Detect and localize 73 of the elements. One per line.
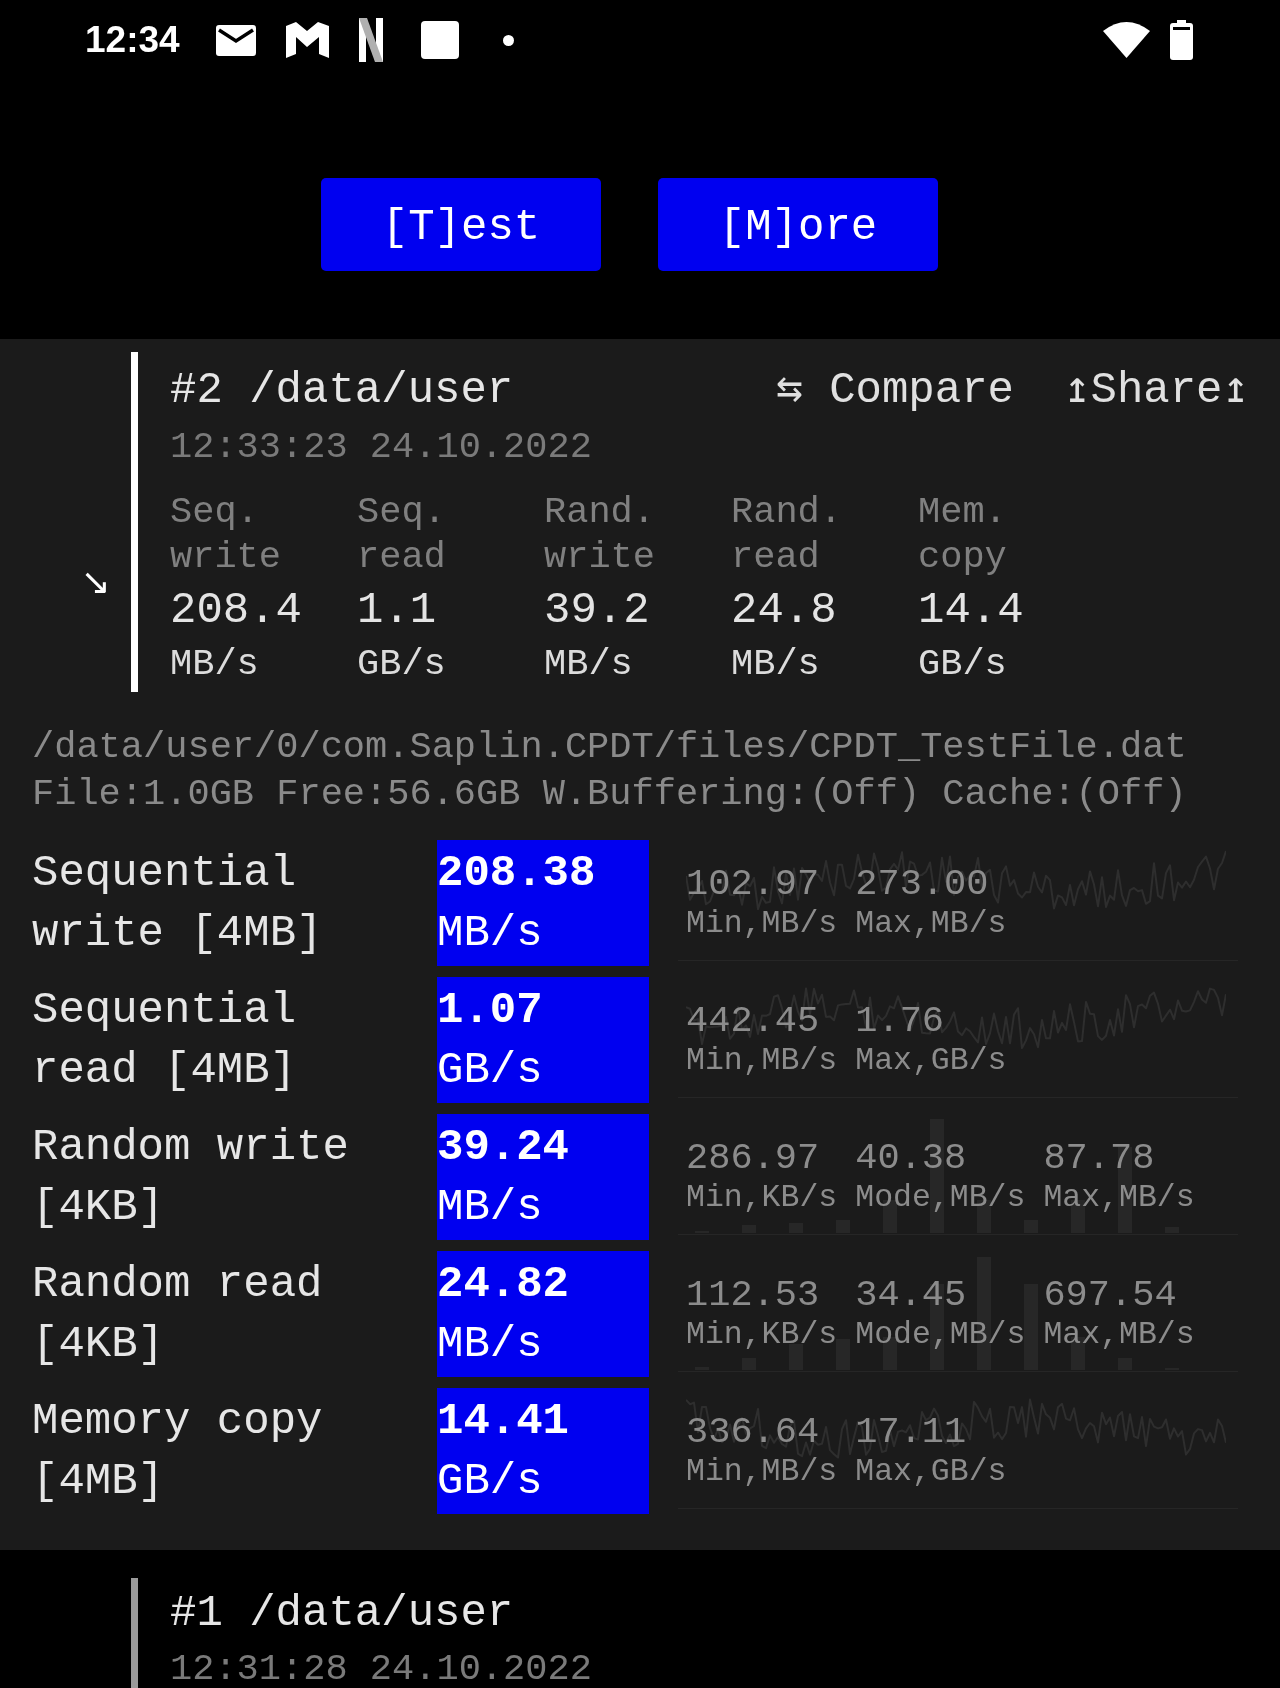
summary-value: 24.8 <box>731 584 837 636</box>
battery-icon <box>1170 20 1193 60</box>
test-value: 24.82 <box>437 1258 570 1311</box>
summary-unit: MB/s <box>544 642 633 687</box>
stat-label: Max,GB/s <box>855 1045 1007 1077</box>
action-button[interactable]: ↥Share↥ <box>1064 362 1249 418</box>
result-title: #2 /data/user <box>170 364 514 417</box>
test-value: 1.07 <box>437 984 543 1037</box>
test-value: 208.38 <box>437 847 596 900</box>
expand-toggle[interactable]: ↘ <box>80 562 111 602</box>
summary-value: 1.1 <box>357 584 437 636</box>
stat-value: 34.45 <box>855 1273 967 1317</box>
test-unit: MB/s <box>437 1181 543 1234</box>
test-unit: MB/s <box>437 907 543 960</box>
file-info: File:1.0GB Free:56.6GB W.Buffering:(Off) Cache:(Off) <box>32 772 1187 817</box>
stat-value: 17.11 <box>855 1410 967 1454</box>
stat-label: Min,MB/s <box>686 1045 838 1077</box>
stat-value: 336.64 <box>686 1410 820 1454</box>
summary-label: Rand. write <box>544 490 656 580</box>
wifi-icon <box>1103 22 1150 58</box>
summary-label: Seq. read <box>357 490 446 580</box>
action-button[interactable]: ⇆ Compare <box>776 362 1014 418</box>
summary-label: Rand. read <box>731 490 843 580</box>
result-timestamp: 12:31:28 24.10.2022 <box>170 1647 592 1688</box>
stat-label: Min,MB/s <box>686 1456 838 1488</box>
summary-unit: MB/s <box>170 642 259 687</box>
stat-label: Max,MB/s <box>1043 1319 1195 1351</box>
result-timestamp: 12:33:23 24.10.2022 <box>170 425 592 469</box>
stat-label: Mode,MB/s <box>855 1182 1026 1214</box>
test-unit: MB/s <box>437 1318 543 1371</box>
stat-value: 273.00 <box>855 862 989 906</box>
stat-value: 112.53 <box>686 1273 820 1317</box>
folded-m-icon <box>285 22 329 58</box>
summary-label: Mem. copy <box>918 490 1007 580</box>
status-time: 12:34 <box>85 19 180 61</box>
stat-value: 102.97 <box>686 862 820 906</box>
square-icon <box>420 21 459 59</box>
stat-value: 697.54 <box>1043 1273 1177 1317</box>
summary-unit: GB/s <box>918 642 1007 687</box>
summary-unit: MB/s <box>731 642 820 687</box>
summary-label: Seq. write <box>170 490 281 580</box>
summary-unit: GB/s <box>357 642 446 687</box>
test-name: Random read [4KB] <box>32 1258 324 1371</box>
test-unit: GB/s <box>437 1044 543 1097</box>
test-name: Random write [4KB] <box>32 1121 350 1234</box>
summary-value: 208.4 <box>170 584 303 636</box>
result-title: #1 /data/user <box>170 1587 514 1640</box>
test-name: Memory copy [4MB] <box>32 1395 324 1508</box>
stat-value: 442.45 <box>686 999 820 1043</box>
test-unit: GB/s <box>437 1455 543 1508</box>
stat-label: Min,KB/s <box>686 1182 838 1214</box>
summary-value: 39.2 <box>544 584 650 636</box>
stat-value: 1.76 <box>855 999 945 1043</box>
stat-value: 286.97 <box>686 1136 820 1180</box>
stat-value: 40.38 <box>855 1136 967 1180</box>
n-icon <box>358 18 383 62</box>
stat-label: Min,MB/s <box>686 908 838 940</box>
test-name: Sequential read [4MB] <box>32 984 298 1097</box>
test-name: Sequential write [4MB] <box>32 847 324 960</box>
summary-value: 14.4 <box>918 584 1024 636</box>
mail-icon <box>215 24 256 56</box>
file-path: /data/user/0/com.Saplin.CPDT/files/CPDT_TestFile.dat <box>32 725 1187 770</box>
stat-label: Mode,MB/s <box>855 1319 1026 1351</box>
stat-label: Max,GB/s <box>855 1456 1007 1488</box>
test-value: 14.41 <box>437 1395 570 1448</box>
toolbar-button[interactable]: [T]est <box>321 178 601 271</box>
stat-label: Max,MB/s <box>1043 1182 1195 1214</box>
stat-label: Min,KB/s <box>686 1319 838 1351</box>
dot-icon <box>502 34 514 46</box>
stat-label: Max,MB/s <box>855 908 1007 940</box>
test-value: 39.24 <box>437 1121 570 1174</box>
stat-value: 87.78 <box>1043 1136 1155 1180</box>
toolbar-button[interactable]: [M]ore <box>658 178 938 271</box>
